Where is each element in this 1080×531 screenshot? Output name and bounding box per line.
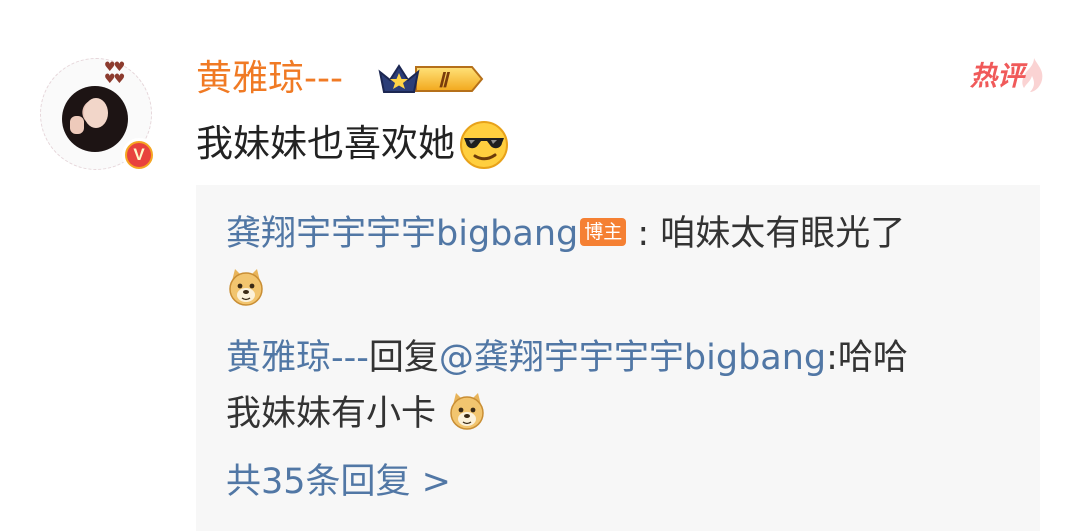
comment-text: 我妹妹也喜欢她 [196, 122, 455, 165]
reply-author-link[interactable]: 龚翔宇宇宇宇bigbang [226, 214, 578, 254]
doge-emoji-icon [450, 393, 484, 430]
view-more-replies-link[interactable]: 共35条回复 > [226, 457, 451, 507]
level-crown-badge-icon: Ⅱ [376, 60, 486, 98]
reply-text-continued: 我妹妹有小卡 [226, 394, 437, 434]
hot-tag-label: 热评 [970, 61, 1024, 92]
verified-badge-letter: V [127, 143, 151, 167]
reply-author-link[interactable]: 黄雅琼--- [226, 338, 369, 378]
hot-comment-tag: 热评 [968, 56, 1048, 100]
cool-sunglasses-emoji-icon [460, 121, 508, 169]
comment-avatar-area[interactable]: ♥♥ ♥♥ V [40, 58, 158, 176]
comment-body: 我妹妹也喜欢她 [196, 117, 511, 171]
reply-emoji-line [226, 265, 266, 315]
reply-text: 咱妹太有眼光了 [660, 214, 906, 254]
reply-item[interactable]: 黄雅琼---回复@龚翔宇宇宇宇bigbang:哈哈 [226, 333, 908, 383]
replies-container: 龚翔宇宇宇宇bigbang 博主 : 咱妹太有眼光了 黄雅琼---回复@龚翔宇宇宇… [196, 185, 1040, 531]
avatar[interactable] [62, 86, 128, 152]
hearts-decoration-icon: ♥♥ ♥♥ [104, 60, 125, 87]
reply-mention-link[interactable]: @龚翔宇宇宇宇bigbang [439, 338, 826, 378]
reply-item[interactable]: 龚翔宇宇宇宇bigbang 博主 : 咱妹太有眼光了 [226, 209, 905, 259]
avatar-face [84, 98, 108, 128]
blogger-tag: 博主 [580, 218, 627, 246]
reply-text: :哈哈 [826, 338, 908, 378]
reply-word: 回复 [368, 338, 439, 378]
reply-separator: : [626, 214, 661, 254]
comment-username[interactable]: 黄雅琼--- [196, 55, 343, 103]
avatar-hand [70, 116, 84, 134]
verified-badge-icon: V [122, 138, 156, 172]
doge-emoji-icon [229, 269, 263, 306]
reply-text-line2: 我妹妹有小卡 [226, 389, 487, 439]
